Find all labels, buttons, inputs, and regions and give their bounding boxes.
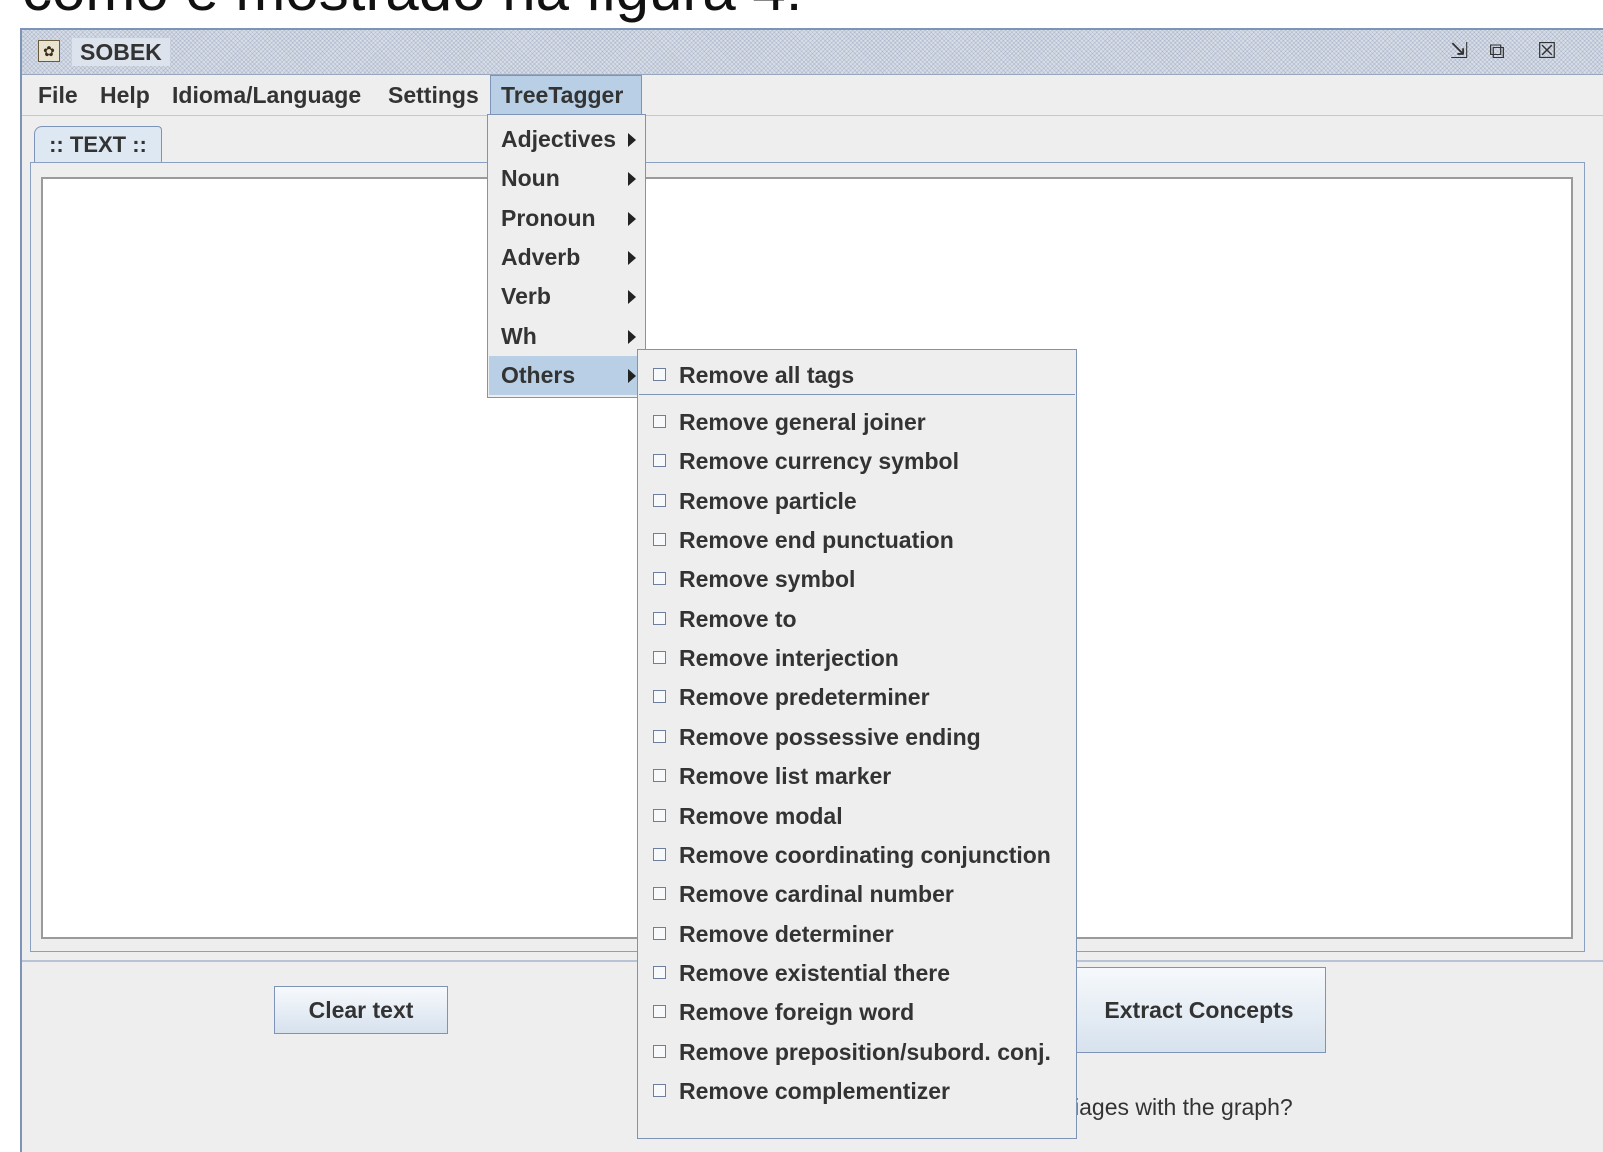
submenu-checkbox-item[interactable]: Remove end punctuation [639,521,1075,560]
clear-text-button[interactable]: Clear text [274,986,448,1034]
menu-item-label: Remove foreign word [679,999,915,1025]
menu-item-label: Adverb [501,244,581,270]
menu-help[interactable]: Help [90,75,160,115]
submenu-checkbox-item[interactable]: Remove preposition/subord. conj. [639,1033,1075,1072]
window-title: SOBEK [72,38,170,66]
submenu-checkbox-item[interactable]: Remove predeterminer [639,678,1075,717]
checkbox-icon[interactable] [653,730,666,743]
checkbox-icon[interactable] [653,1045,666,1058]
menu-item-label: Remove modal [679,803,843,829]
checkbox-icon[interactable] [653,651,666,664]
maximize-icon[interactable]: ⧉ [1484,38,1510,64]
submenu-arrow-icon [628,330,636,344]
submenu-checkbox-item[interactable]: Remove list marker [639,757,1075,796]
menu-settings[interactable]: Settings [378,75,489,115]
graph-question-text: iages with the graph? [1074,1094,1293,1120]
tab-text[interactable]: :: TEXT :: [34,126,162,164]
menu-item-label: Remove end punctuation [679,527,954,553]
menu-item-label: Remove interjection [679,645,899,671]
menu-item-label: Remove cardinal number [679,881,954,907]
menu-item-label: Others [501,362,576,388]
menu-item-adverb[interactable]: Adverb [489,238,644,277]
menu-item-label: Remove to [679,606,797,632]
menu-item-label: Remove particle [679,488,857,514]
checkbox-icon[interactable] [653,966,666,979]
menu-item-label: Wh [501,323,537,349]
close-icon[interactable]: ☒ [1534,38,1560,64]
menu-item-label: Remove possessive ending [679,724,981,750]
submenu-checkbox-item[interactable]: Remove existential there [639,954,1075,993]
submenu-checkbox-item[interactable]: Remove foreign word [639,993,1075,1032]
menu-language[interactable]: Idioma/Language [162,75,371,115]
checkbox-icon[interactable] [653,533,666,546]
menu-item-label: Remove currency symbol [679,448,959,474]
menu-item-pronoun[interactable]: Pronoun [489,199,644,238]
menu-treetagger[interactable]: TreeTagger [490,75,642,115]
title-bar[interactable]: ✿ SOBEK ⇲ ⧉ ☒ [22,30,1603,75]
minimize-icon[interactable]: ⇲ [1446,38,1472,64]
menu-item-label: Remove general joiner [679,409,926,435]
extract-concepts-button[interactable]: Extract Concepts [1072,967,1326,1053]
menu-item-noun[interactable]: Noun [489,159,644,198]
checkbox-icon[interactable] [653,572,666,585]
submenu-arrow-icon [628,290,636,304]
submenu-arrow-icon [628,212,636,226]
submenu-checkbox-item[interactable]: Remove to [639,600,1075,639]
checkbox-icon[interactable] [653,848,666,861]
menu-item-label: Remove complementizer [679,1078,950,1104]
menu-item-verb[interactable]: Verb [489,277,644,316]
menu-item-label: Remove predeterminer [679,684,930,710]
checkbox-icon[interactable] [653,769,666,782]
checkbox-icon[interactable] [653,368,666,381]
submenu-checkbox-item[interactable]: Remove symbol [639,560,1075,599]
checkbox-icon[interactable] [653,887,666,900]
menu-separator [639,394,1075,395]
submenu-checkbox-item[interactable]: Remove particle [639,482,1075,521]
submenu-checkbox-item[interactable]: Remove possessive ending [639,718,1075,757]
submenu-checkbox-item[interactable]: Remove complementizer [639,1072,1075,1111]
menu-item-label: Adjectives [501,126,617,152]
menu-item-label: Remove symbol [679,566,856,592]
submenu-arrow-icon [628,133,636,147]
menu-bar: File Help Idioma/Language Settings TreeT… [22,75,1603,116]
submenu-arrow-icon [628,369,636,383]
submenu-checkbox-item[interactable]: Remove cardinal number [639,875,1075,914]
submenu-checkbox-item[interactable]: Remove coordinating conjunction [639,836,1075,875]
checkbox-icon[interactable] [653,415,666,428]
submenu-arrow-icon [628,251,636,265]
menu-item-label: Remove all tags [679,362,855,388]
menu-item-label: Remove preposition/subord. conj. [679,1039,1051,1065]
treetagger-menu: Adjectives Noun Pronoun Adverb Verb Wh O… [487,114,646,398]
checkbox-icon[interactable] [653,1005,666,1018]
submenu-checkbox-item[interactable]: Remove determiner [639,915,1075,954]
menu-item-others[interactable]: Others [489,356,644,395]
menu-item-label: Verb [501,283,551,309]
checkbox-icon[interactable] [653,494,666,507]
checkbox-icon[interactable] [653,612,666,625]
menu-item-adjectives[interactable]: Adjectives [489,120,644,159]
checkbox-icon[interactable] [653,927,666,940]
menu-file[interactable]: File [28,75,88,115]
menu-item-label: Remove coordinating conjunction [679,842,1051,868]
submenu-checkbox-item[interactable]: Remove general joiner [639,403,1075,442]
menu-item-label: Remove existential there [679,960,951,986]
checkbox-icon[interactable] [653,454,666,467]
page-caption: como é mostrado na figura 4: [22,0,802,20]
menu-item-wh[interactable]: Wh [489,317,644,356]
submenu-checkbox-item[interactable]: Remove modal [639,797,1075,836]
checkbox-icon[interactable] [653,809,666,822]
checkbox-icon[interactable] [653,690,666,703]
submenu-checkbox-item[interactable]: Remove interjection [639,639,1075,678]
menu-item-label: Remove list marker [679,763,892,789]
menu-item-label: Pronoun [501,205,596,231]
app-icon: ✿ [38,40,60,62]
remove-all-tags-item[interactable]: Remove all tags [639,356,1075,395]
checkbox-icon[interactable] [653,1084,666,1097]
submenu-checkbox-item[interactable]: Remove currency symbol [639,442,1075,481]
others-submenu: Remove all tags Remove general joiner Rem… [637,349,1077,1139]
submenu-arrow-icon [628,172,636,186]
menu-item-label: Noun [501,165,560,191]
menu-item-label: Remove determiner [679,921,894,947]
